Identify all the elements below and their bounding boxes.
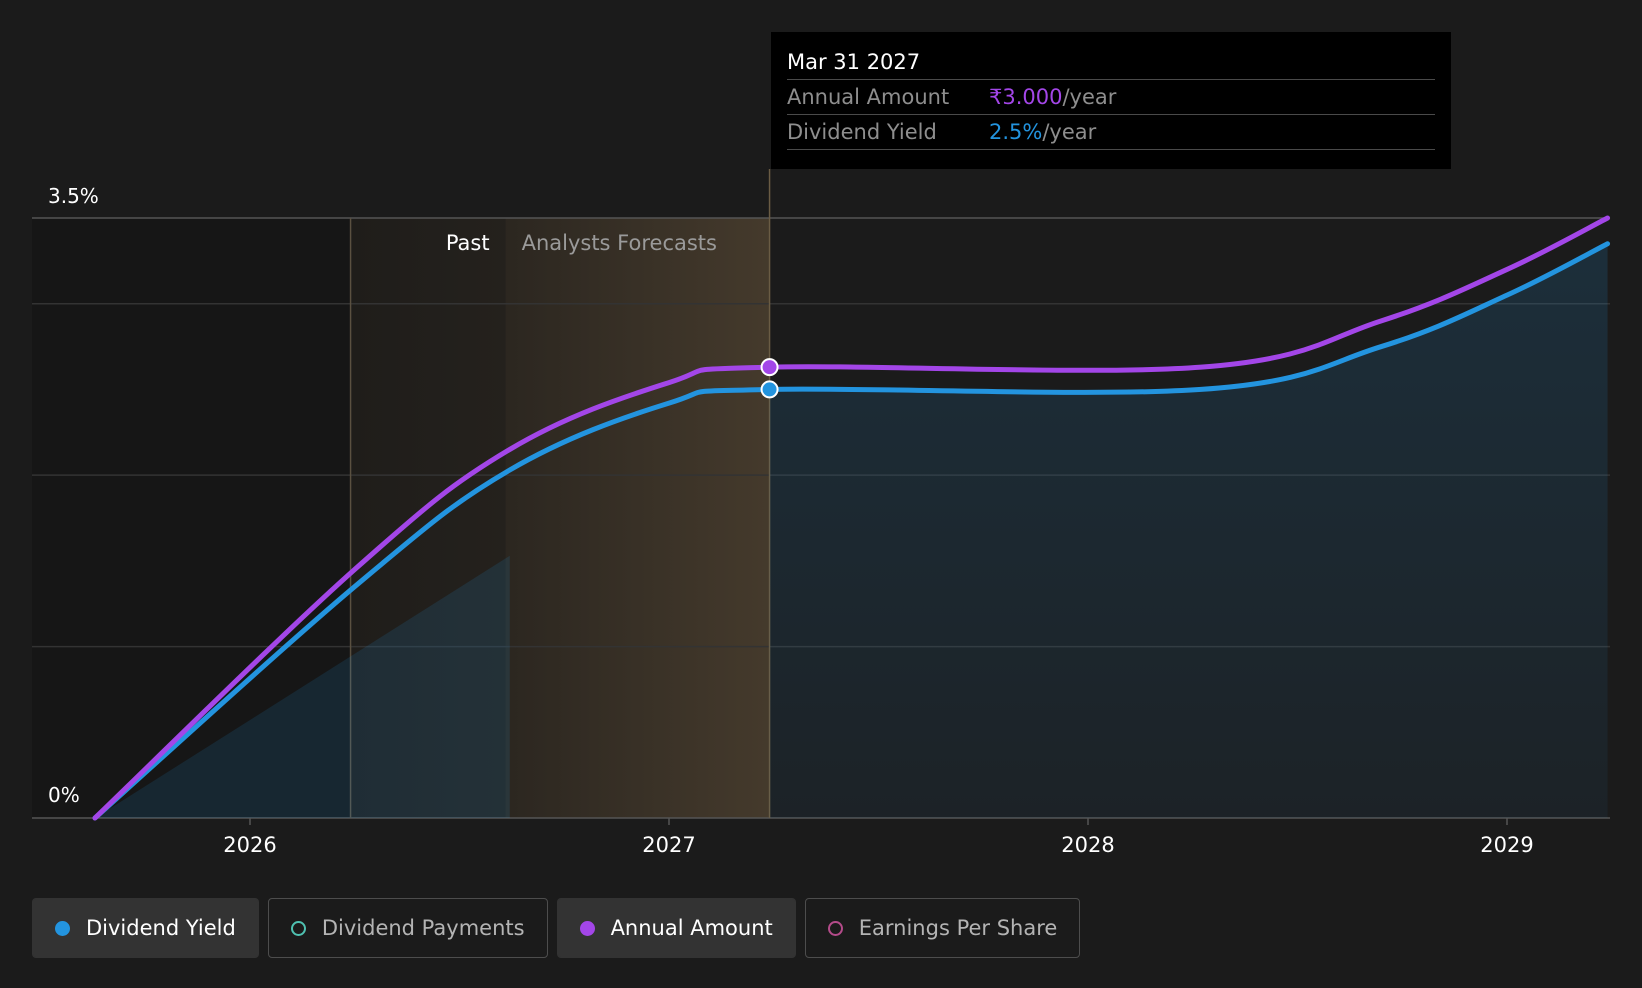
x-tick-label: 2027 xyxy=(642,833,695,857)
tooltip-row-annual-amount: Annual Amount ₹3.000 /year xyxy=(787,80,1435,115)
tooltip-row-dividend-yield: Dividend Yield 2.5% /year xyxy=(787,115,1435,150)
dividend-yield-marker xyxy=(760,380,779,399)
legend-label: Annual Amount xyxy=(610,916,773,940)
past-region-label: Past xyxy=(446,231,490,255)
y-axis-label-bottom: 0% xyxy=(48,783,80,807)
tooltip-unit: /year xyxy=(1042,120,1097,144)
legend-label: Earnings Per Share xyxy=(858,916,1058,940)
legend-label: Dividend Yield xyxy=(86,916,236,940)
dividend-chart-widget: 3.5% 0% 2026 2027 2028 2029 Past Analysts Forec… xyxy=(0,0,1642,988)
legend-ring-icon xyxy=(290,920,306,936)
chart-tooltip: Mar 31 2027 Annual Amount ₹3.000 /year D… xyxy=(771,32,1451,169)
forecast-region-band xyxy=(505,218,770,818)
legend-earnings-per-share[interactable]: Earnings Per Share xyxy=(804,898,1081,958)
tooltip-value: ₹3.000 xyxy=(989,85,1063,109)
legend-annual-amount[interactable]: Annual Amount xyxy=(556,898,796,958)
legend-dot-icon xyxy=(55,920,70,936)
tooltip-label: Annual Amount xyxy=(787,85,950,109)
legend-dot-icon xyxy=(579,920,595,936)
legend-label: Dividend Payments xyxy=(321,916,525,940)
tooltip-label: Dividend Yield xyxy=(787,120,937,144)
forecast-region-label: Analysts Forecasts xyxy=(522,231,717,255)
legend-ring-icon xyxy=(827,920,843,936)
legend-dividend-yield[interactable]: Dividend Yield xyxy=(32,898,259,958)
x-tick-label: 2029 xyxy=(1480,833,1533,857)
tooltip-unit: /year xyxy=(1062,85,1117,109)
legend-dividend-payments[interactable]: Dividend Payments xyxy=(267,898,548,958)
x-tick-label: 2026 xyxy=(223,833,276,857)
tooltip-value: 2.5% xyxy=(989,120,1043,144)
y-axis-label-top: 3.5% xyxy=(48,184,99,208)
x-tick-label: 2028 xyxy=(1061,833,1114,857)
chart-legend: Dividend Yield Dividend Payments Annual … xyxy=(32,898,1081,958)
tooltip-date: Mar 31 2027 xyxy=(787,46,1435,80)
dividend-yield-area xyxy=(769,243,1608,818)
annual-amount-marker xyxy=(760,358,779,377)
